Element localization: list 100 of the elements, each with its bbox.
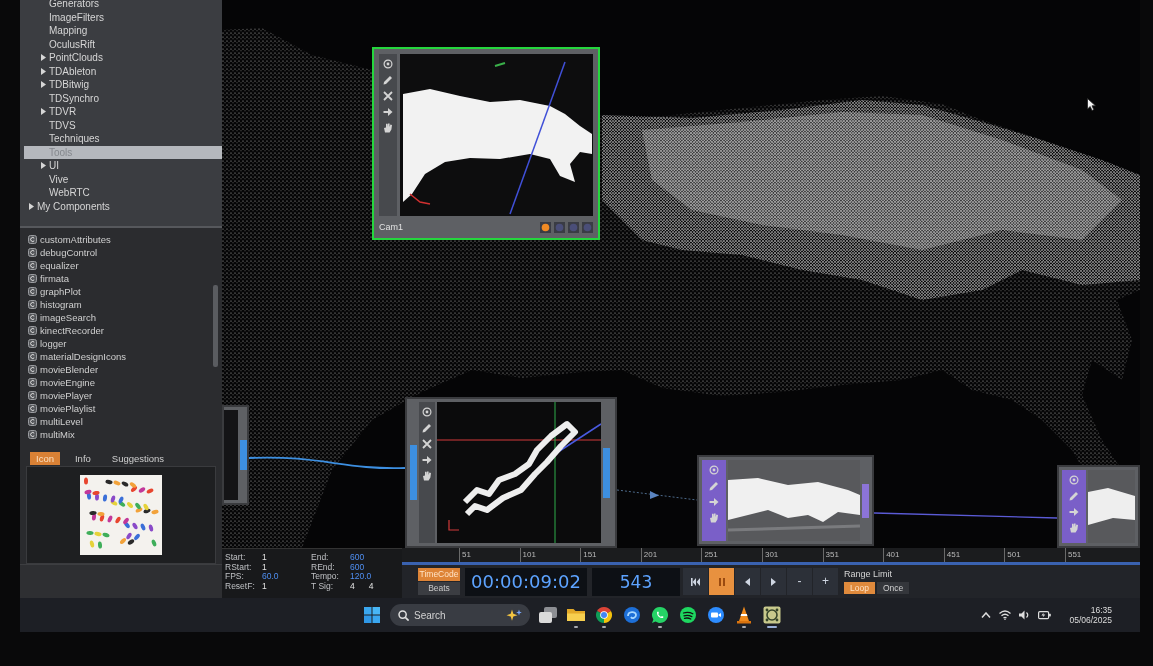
operator-node[interactable] bbox=[222, 405, 249, 505]
expand-triangle-icon[interactable] bbox=[41, 162, 46, 170]
speaker-icon[interactable] bbox=[1019, 610, 1031, 620]
component-item[interactable]: multiLevel bbox=[20, 415, 222, 428]
expand-triangle-icon[interactable] bbox=[41, 54, 46, 62]
operator-node[interactable] bbox=[405, 397, 617, 548]
cross-icon[interactable] bbox=[422, 439, 432, 449]
tree-item[interactable]: Techniques bbox=[24, 132, 222, 146]
flag-icon[interactable] bbox=[540, 221, 551, 233]
ring-icon[interactable] bbox=[383, 59, 393, 69]
component-item[interactable]: multiMix bbox=[20, 428, 222, 441]
setting-label: RStart: bbox=[225, 562, 253, 573]
arrow-icon[interactable] bbox=[383, 107, 393, 117]
info-tab[interactable]: Info bbox=[68, 451, 97, 465]
operator-node[interactable] bbox=[697, 455, 874, 546]
tree-item[interactable]: TDSynchro bbox=[24, 91, 222, 105]
hand-icon[interactable] bbox=[1069, 523, 1079, 533]
step-forward-button[interactable] bbox=[761, 568, 786, 595]
expand-triangle-icon[interactable] bbox=[29, 202, 34, 210]
transport-button[interactable]: - bbox=[787, 568, 812, 595]
battery-icon[interactable] bbox=[1038, 610, 1052, 620]
tree-item[interactable]: ImageFilters bbox=[24, 10, 222, 24]
tree-item[interactable]: Generators bbox=[24, 0, 222, 11]
component-item[interactable]: moviePlaylist bbox=[20, 402, 222, 415]
sparkle-icon[interactable] bbox=[506, 609, 522, 621]
skip-to-start-icon bbox=[691, 577, 700, 586]
component-item[interactable]: graphPlot bbox=[20, 285, 222, 298]
component-item[interactable]: moviePlayer bbox=[20, 389, 222, 402]
ring-icon[interactable] bbox=[709, 465, 719, 475]
transport-button[interactable]: + bbox=[813, 568, 838, 595]
component-item[interactable]: materialDesignIcons bbox=[20, 350, 222, 363]
component-item[interactable]: equalizer bbox=[20, 259, 222, 272]
pencil-icon[interactable] bbox=[422, 423, 432, 433]
arrow-icon[interactable] bbox=[422, 455, 432, 465]
ring-icon[interactable] bbox=[1069, 475, 1079, 485]
frame-display[interactable]: 543 bbox=[592, 567, 680, 596]
range-option-button[interactable]: Once bbox=[876, 581, 910, 594]
expand-triangle-icon[interactable] bbox=[41, 67, 46, 75]
component-item[interactable]: debugControl bbox=[20, 246, 222, 259]
tree-item[interactable]: Vive bbox=[24, 172, 222, 186]
component-icon bbox=[28, 300, 37, 309]
cross-icon[interactable] bbox=[383, 91, 393, 101]
ring-icon[interactable] bbox=[422, 407, 432, 417]
operator-node[interactable] bbox=[1057, 465, 1140, 548]
component-item[interactable]: logger bbox=[20, 337, 222, 350]
tree-item[interactable]: OculusRift bbox=[24, 37, 222, 51]
pencil-icon[interactable] bbox=[709, 481, 719, 491]
hand-icon[interactable] bbox=[383, 123, 393, 133]
connector-wire[interactable] bbox=[248, 456, 406, 470]
component-icon bbox=[28, 313, 37, 322]
component-item[interactable]: customAttributes bbox=[20, 233, 222, 246]
arrow-icon[interactable] bbox=[1069, 507, 1079, 517]
setting-value: 1 bbox=[262, 580, 267, 591]
clock-time[interactable]: 16:35 bbox=[1069, 605, 1112, 615]
component-icon bbox=[28, 339, 37, 348]
tree-item[interactable]: TDVR bbox=[24, 105, 222, 119]
pencil-icon[interactable] bbox=[1069, 491, 1079, 501]
search-field[interactable]: Search bbox=[390, 604, 530, 626]
stacked-windows-icon bbox=[539, 606, 557, 624]
component-item[interactable]: imageSearch bbox=[20, 311, 222, 324]
chevron-up-icon[interactable] bbox=[981, 612, 992, 618]
setting-value: 4 bbox=[350, 581, 355, 592]
expand-triangle-icon[interactable] bbox=[41, 81, 46, 89]
tree-item[interactable]: Mapping bbox=[24, 24, 222, 38]
time-mode-button[interactable]: Beats bbox=[418, 582, 460, 595]
tree-item[interactable]: PointClouds bbox=[24, 51, 222, 65]
clock-date[interactable]: 05/06/2025 bbox=[1069, 615, 1112, 625]
component-item[interactable]: firmata bbox=[20, 272, 222, 285]
step-back-button[interactable] bbox=[735, 568, 760, 595]
setting-label: End: bbox=[311, 553, 330, 563]
component-item[interactable]: movieEngine bbox=[20, 376, 222, 389]
hand-icon[interactable] bbox=[422, 471, 432, 481]
component-item[interactable]: histogram bbox=[20, 298, 222, 311]
component-icon bbox=[28, 404, 37, 413]
tree-item[interactable]: WebRTC bbox=[24, 186, 222, 200]
connector-wire[interactable] bbox=[616, 489, 698, 501]
tree-item[interactable]: UI bbox=[24, 159, 222, 173]
tree-item[interactable]: My Components bbox=[24, 199, 222, 213]
component-item[interactable]: kinectRecorder bbox=[20, 324, 222, 337]
tree-item[interactable]: TDVS bbox=[24, 118, 222, 132]
skip-to-start-button[interactable] bbox=[683, 568, 708, 595]
wifi-icon[interactable] bbox=[999, 610, 1012, 620]
network-canvas[interactable]: Cam1 bbox=[222, 0, 1140, 548]
input-connector[interactable] bbox=[410, 445, 417, 500]
timecode-display[interactable]: 00:00:09:02 bbox=[465, 567, 587, 596]
setting-label: Tempo: bbox=[311, 572, 340, 582]
node-label: Cam1 bbox=[379, 221, 403, 233]
expand-triangle-icon[interactable] bbox=[41, 108, 46, 116]
component-item[interactable]: movieBlender bbox=[20, 363, 222, 376]
tree-item[interactable]: TDAbleton bbox=[24, 64, 222, 78]
phone-bubble-icon bbox=[651, 606, 669, 624]
hand-icon[interactable] bbox=[709, 513, 719, 523]
search-icon bbox=[398, 609, 409, 621]
operator-node[interactable]: Cam1 bbox=[372, 47, 600, 240]
info-tab[interactable]: Suggestions bbox=[105, 451, 171, 465]
tree-item[interactable]: TDBitwig bbox=[24, 78, 222, 92]
connector-wire[interactable] bbox=[873, 512, 1058, 519]
arrow-icon[interactable] bbox=[709, 497, 719, 507]
pencil-icon[interactable] bbox=[383, 75, 393, 85]
scrollbar-thumb[interactable] bbox=[213, 285, 218, 367]
